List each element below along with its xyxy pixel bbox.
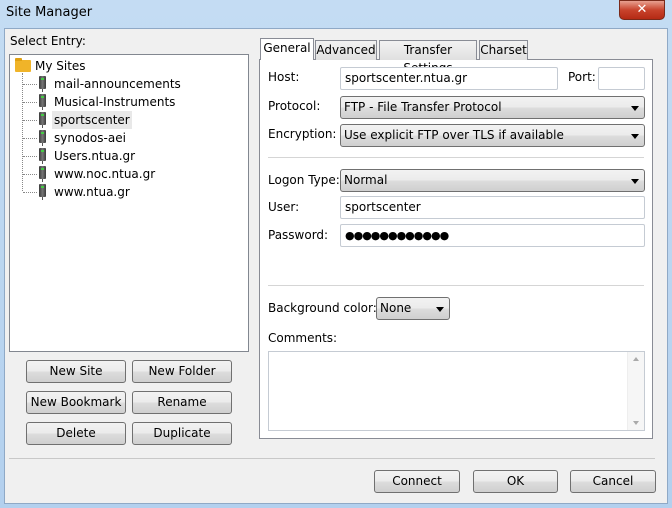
tree-item-site[interactable]: sportscenter — [10, 111, 240, 129]
server-icon — [39, 76, 46, 92]
tree-item-site[interactable]: synodos-aei — [10, 129, 240, 147]
divider — [268, 285, 644, 286]
divider — [268, 157, 644, 158]
tree-label: My Sites — [35, 59, 86, 73]
new-bookmark-button[interactable]: New Bookmark — [26, 391, 126, 414]
scroll-up-icon[interactable] — [633, 357, 639, 361]
server-icon — [39, 130, 46, 146]
comments-label: Comments: — [268, 331, 338, 345]
tree-item-site[interactable]: mail-announcements — [10, 75, 240, 93]
dropdown-arrow-icon — [631, 134, 639, 139]
tree-item-label: Users.ntua.gr — [54, 149, 136, 163]
scroll-down-icon[interactable] — [633, 421, 639, 425]
dropdown-arrow-icon — [631, 179, 639, 184]
logon-type-label: Logon Type: — [268, 173, 340, 187]
tree-item-site[interactable]: Users.ntua.gr — [10, 147, 240, 165]
folder-icon — [15, 58, 31, 72]
server-icon — [39, 184, 46, 200]
background-color-value: None — [380, 301, 412, 315]
user-label: User: — [268, 200, 300, 214]
server-icon — [39, 112, 46, 128]
tree-root-my-sites[interactable]: My Sites — [10, 57, 210, 75]
delete-button[interactable]: Delete — [26, 422, 126, 445]
logon-type-value: Normal — [344, 173, 388, 187]
tree-line — [23, 138, 37, 139]
footer-divider — [9, 458, 655, 459]
site-tree[interactable]: My Sites mail-announcements Musical-Instr… — [9, 54, 249, 352]
protocol-value: FTP - File Transfer Protocol — [344, 100, 502, 114]
protocol-select[interactable]: FTP - File Transfer Protocol — [340, 96, 645, 119]
tree-item-label: www.ntua.gr — [54, 185, 130, 199]
user-input[interactable]: sportscenter — [340, 196, 645, 219]
window-title: Site Manager — [6, 5, 93, 20]
background-color-label: Background color: — [268, 301, 377, 315]
rename-button[interactable]: Rename — [132, 391, 232, 414]
tree-item-label: mail-announcements — [54, 77, 181, 91]
port-input[interactable] — [598, 67, 645, 90]
tree-line — [23, 174, 37, 175]
tab-general[interactable]: General — [260, 38, 314, 60]
encryption-label: Encryption: — [268, 127, 337, 141]
tree-item-site[interactable]: www.noc.ntua.gr — [10, 165, 240, 183]
tree-item-label: synodos-aei — [54, 131, 126, 145]
tree-line — [23, 120, 37, 121]
dropdown-arrow-icon — [631, 106, 639, 111]
password-input[interactable]: ●●●●●●●●●●●● — [340, 224, 645, 247]
port-label: Port: — [568, 70, 596, 84]
host-input[interactable]: sportscenter.ntua.gr — [340, 67, 558, 90]
comments-scrollbar[interactable] — [627, 352, 644, 430]
tree-line — [23, 192, 37, 193]
password-label: Password: — [268, 228, 329, 242]
tree-item-site[interactable]: Musical-Instruments — [10, 93, 240, 111]
server-icon — [39, 166, 46, 182]
close-button[interactable]: ✕ — [619, 0, 665, 20]
tree-line — [23, 84, 37, 85]
tree-line — [23, 102, 37, 103]
encryption-value: Use explicit FTP over TLS if available — [344, 128, 564, 142]
dropdown-arrow-icon — [436, 307, 444, 312]
title-bar[interactable]: Site Manager ✕ — [0, 0, 672, 28]
tree-item-label: sportscenter — [52, 111, 132, 129]
server-icon — [39, 148, 46, 164]
tree-item-label: www.noc.ntua.gr — [54, 167, 156, 181]
server-icon — [39, 94, 46, 110]
tab-transfer-settings[interactable]: Transfer Settings — [379, 40, 477, 75]
duplicate-button[interactable]: Duplicate — [132, 422, 232, 445]
close-icon: ✕ — [636, 2, 648, 17]
connect-button[interactable]: Connect — [374, 470, 460, 493]
encryption-select[interactable]: Use explicit FTP over TLS if available — [340, 124, 645, 147]
protocol-label: Protocol: — [268, 99, 321, 113]
select-entry-label: Select Entry: — [10, 34, 86, 48]
tree-item-site[interactable]: www.ntua.gr — [10, 183, 240, 201]
tab-charset[interactable]: Charset — [479, 40, 528, 60]
host-label: Host: — [268, 70, 300, 84]
tab-advanced[interactable]: Advanced — [315, 40, 377, 60]
logon-type-select[interactable]: Normal — [340, 169, 645, 192]
background-color-select[interactable]: None — [376, 297, 450, 320]
new-folder-button[interactable]: New Folder — [132, 360, 232, 383]
comments-textarea[interactable] — [268, 351, 645, 431]
tree-line — [23, 156, 37, 157]
new-site-button[interactable]: New Site — [26, 360, 126, 383]
cancel-button[interactable]: Cancel — [570, 470, 656, 493]
tree-item-label: Musical-Instruments — [54, 95, 176, 109]
ok-button[interactable]: OK — [473, 470, 558, 493]
